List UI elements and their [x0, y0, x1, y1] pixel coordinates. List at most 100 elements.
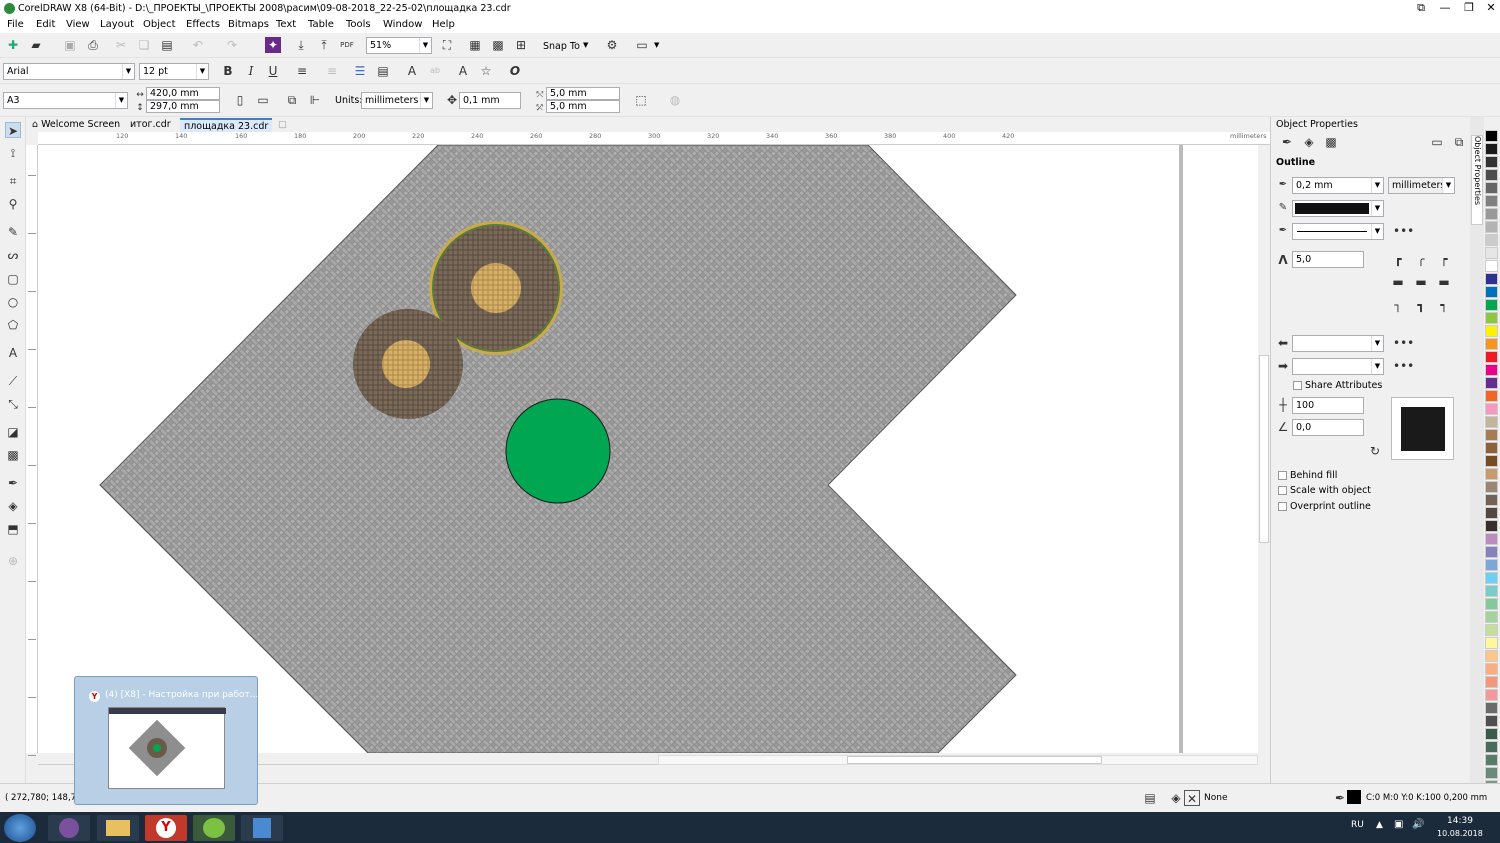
drawing-canvas[interactable] — [38, 145, 1258, 753]
show-grid-icon[interactable]: ▩ — [490, 37, 506, 53]
miter-limit-field[interactable]: 5,0 — [1292, 251, 1364, 268]
portrait-icon[interactable]: ▯ — [232, 92, 248, 108]
polygon-tool-icon[interactable]: ⬠ — [5, 317, 21, 333]
palette-swatch[interactable] — [1485, 650, 1498, 662]
artistic-media-icon[interactable]: ᔕ — [5, 247, 21, 263]
restore-icon[interactable]: ⧉ — [1408, 0, 1434, 17]
page-size-list[interactable]: A3 ▼ — [3, 92, 128, 109]
butt-cap-icon[interactable]: ▬ — [1390, 274, 1406, 290]
clock-time[interactable]: 14:39 — [1447, 816, 1473, 826]
scale-with-object-checkbox[interactable] — [1278, 486, 1287, 495]
palette-swatch[interactable] — [1485, 559, 1498, 571]
menu-object[interactable]: Object — [143, 19, 176, 30]
vertical-scrollbar[interactable] — [1258, 145, 1270, 753]
overprint-outline-checkbox[interactable] — [1278, 502, 1287, 511]
palette-swatch[interactable] — [1485, 507, 1498, 519]
chevron-down-icon[interactable]: ▼ — [420, 93, 432, 108]
palette-swatch[interactable] — [1485, 715, 1498, 727]
crop-tool-icon[interactable]: ⌗ — [5, 173, 21, 189]
palette-swatch[interactable] — [1485, 520, 1498, 532]
palette-swatch[interactable] — [1485, 208, 1498, 220]
paste-icon[interactable]: ▤ — [159, 37, 175, 53]
page-width-field[interactable]: 420,0 mm — [146, 87, 220, 100]
freehand-tool-icon[interactable]: ✎ — [5, 224, 21, 240]
import-icon[interactable]: ⤓ — [293, 37, 309, 53]
cut-icon[interactable]: ✂ — [113, 37, 129, 53]
start-arrowhead-list[interactable]: ▼ — [1292, 335, 1384, 352]
vertical-ruler[interactable] — [26, 145, 38, 756]
palette-swatch[interactable] — [1485, 221, 1498, 233]
stretch-field[interactable]: 100 — [1292, 397, 1364, 414]
zoom-tool-icon[interactable]: ⚲ — [5, 196, 21, 212]
menu-window[interactable]: Window — [383, 19, 422, 30]
more-options-icon[interactable]: ••• — [1393, 223, 1414, 239]
palette-swatch[interactable] — [1485, 767, 1498, 779]
palette-swatch[interactable] — [1485, 130, 1498, 142]
palette-swatch[interactable] — [1485, 286, 1498, 298]
palette-swatch[interactable] — [1485, 468, 1498, 480]
more-options-icon[interactable]: ••• — [1393, 335, 1414, 351]
menu-edit[interactable]: Edit — [36, 19, 55, 30]
palette-swatch[interactable] — [1485, 728, 1498, 740]
menu-effects[interactable]: Effects — [186, 19, 220, 30]
outline-color-picker[interactable]: ▼ — [1292, 200, 1384, 217]
network-icon[interactable]: ▣ — [1394, 819, 1403, 830]
undo-icon[interactable]: ↶ — [190, 37, 206, 53]
tray-arrow-icon[interactable]: ▲ — [1376, 820, 1383, 830]
outline-tab-icon[interactable]: ✒ — [1279, 134, 1295, 150]
circle-large-center[interactable] — [471, 263, 521, 313]
taskbar-preview-popup[interactable]: Y (4) [X8] - Настройка при работ... — [74, 676, 258, 805]
palette-swatch[interactable] — [1485, 572, 1498, 584]
palette-swatch[interactable] — [1485, 533, 1498, 545]
smart-fill-icon[interactable]: ⬒ — [5, 521, 21, 537]
font-list[interactable]: Arial ▼ — [3, 63, 135, 80]
zoom-level-field[interactable]: 51% ▼ — [366, 37, 432, 54]
palette-swatch[interactable] — [1485, 741, 1498, 753]
align-icon[interactable]: ≡ — [294, 63, 310, 79]
quick-customize-icon[interactable]: ◍ — [667, 92, 683, 108]
circle-small-center[interactable] — [382, 340, 430, 388]
drop-shadow-icon[interactable]: ◪ — [5, 424, 21, 440]
object-properties-tab[interactable]: Object Properties — [1471, 135, 1483, 225]
new-document-icon[interactable]: ✚ — [5, 37, 21, 53]
chevron-down-icon[interactable]: ▼ — [1371, 336, 1383, 351]
coreldraw-taskbar-icon[interactable] — [193, 815, 235, 841]
palette-swatch[interactable] — [1485, 663, 1498, 675]
fill-tab-icon[interactable]: ◈ — [1301, 134, 1317, 150]
center-position-icon[interactable]: ┓ — [1413, 297, 1429, 313]
connector-tool-icon[interactable]: ⤡ — [5, 396, 21, 412]
palette-swatch[interactable] — [1485, 455, 1498, 467]
palette-swatch[interactable] — [1485, 429, 1498, 441]
palette-swatch[interactable] — [1485, 494, 1498, 506]
tab-welcome-screen[interactable]: ⌂ Welcome Screen — [28, 118, 128, 132]
pdf-icon[interactable]: PDF — [339, 37, 355, 53]
print-icon[interactable]: ⎙ — [85, 37, 101, 53]
nudge-distance-field[interactable]: 0,1 mm — [459, 92, 521, 109]
outside-position-icon[interactable]: ┐ — [1390, 297, 1406, 313]
menu-file[interactable]: File — [7, 19, 24, 30]
palette-swatch[interactable] — [1485, 325, 1498, 337]
menu-layout[interactable]: Layout — [100, 19, 134, 30]
round-join-icon[interactable]: ╭ — [1413, 251, 1429, 267]
palette-swatch[interactable] — [1485, 442, 1498, 454]
export-icon[interactable]: ⤒ — [316, 37, 332, 53]
green-circle[interactable] — [505, 398, 611, 504]
horizontal-ruler[interactable]: 120 140 160 180 200 220 240 260 280 300 … — [38, 132, 1270, 145]
text-tool-icon[interactable]: A — [5, 345, 21, 361]
outline-color-status-swatch[interactable] — [1347, 790, 1361, 804]
line-style-list[interactable]: ▼ — [1292, 223, 1384, 240]
square-cap-icon[interactable]: ▬ — [1436, 274, 1452, 290]
palette-swatch[interactable] — [1485, 702, 1498, 714]
chevron-down-icon[interactable]: ▼ — [419, 38, 431, 53]
angle-field[interactable]: 0,0 — [1292, 419, 1364, 436]
show-rulers-icon[interactable]: ▦ — [467, 37, 483, 53]
ellipse-tool-icon[interactable]: ○ — [5, 294, 21, 310]
chevron-down-icon[interactable]: ▼ — [1371, 224, 1383, 239]
inside-position-icon[interactable]: ┑ — [1436, 297, 1452, 313]
chevron-down-icon[interactable]: ▼ — [1442, 178, 1454, 193]
palette-swatch[interactable] — [1485, 338, 1498, 350]
frame-icon[interactable]: ▭ — [1429, 134, 1445, 150]
tab-ploshchadka-23[interactable]: площадка 23.cdr — [180, 118, 272, 132]
bold-icon[interactable]: B — [220, 63, 236, 79]
nib-preview[interactable] — [1391, 397, 1454, 460]
